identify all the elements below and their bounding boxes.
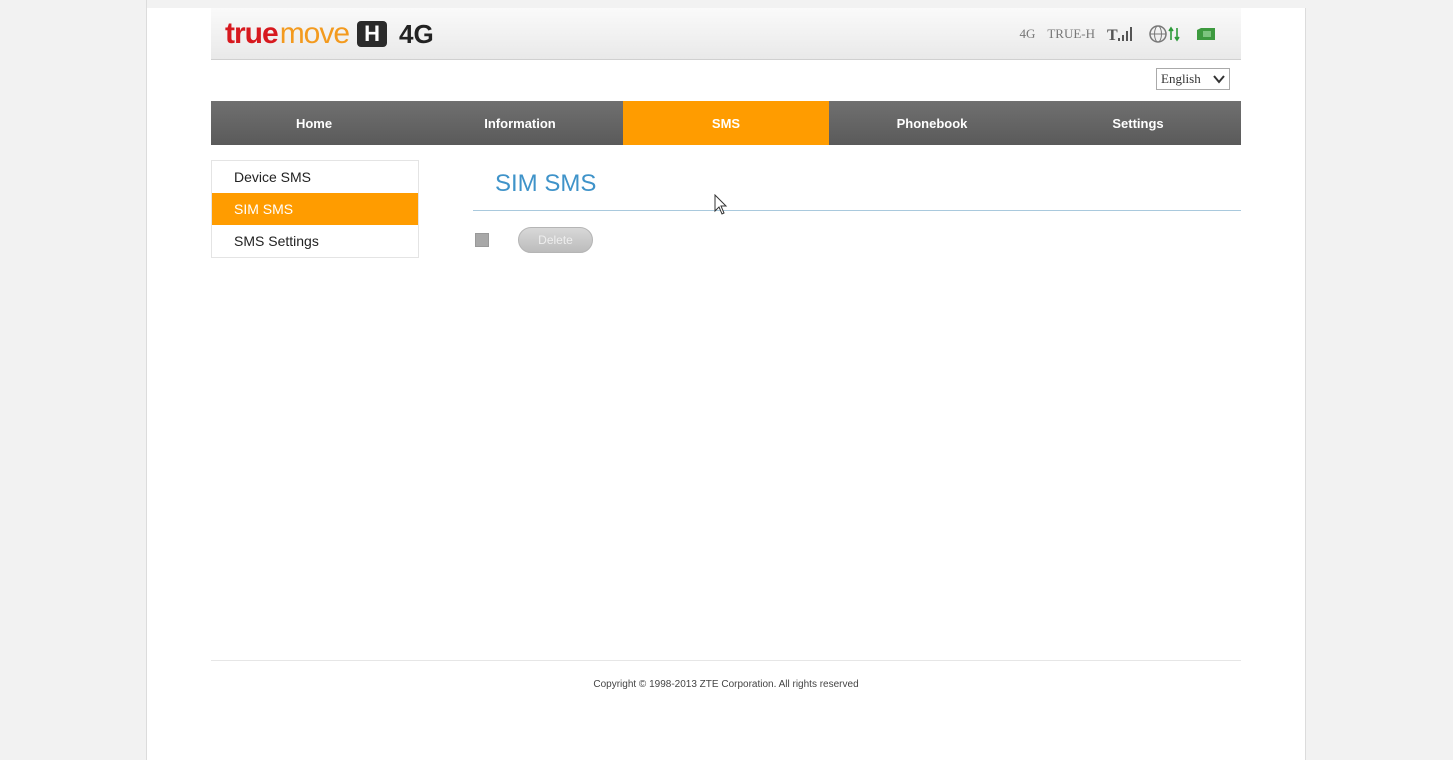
sidebar-item-sim-sms[interactable]: SIM SMS [212,193,418,225]
sim-card-icon [1195,27,1217,41]
logo-h-badge: H [357,21,388,47]
sidebar-item-sms-settings[interactable]: SMS Settings [212,225,418,257]
operator-label: TRUE-H [1047,26,1095,41]
copyright-text: Copyright © 1998-2013 ZTE Corporation. A… [593,679,859,690]
sidebar-item-device-sms[interactable]: Device SMS [212,161,418,193]
nav-sms[interactable]: SMS [623,101,829,145]
footer-divider [211,660,1241,661]
main-nav: Home Information SMS Phonebook Settings [211,101,1241,145]
select-all-checkbox[interactable] [475,233,489,247]
title-divider [473,210,1241,211]
logo-word-true: true [225,17,279,50]
globe-data-icon [1149,24,1183,44]
header-bar: true move H 4G 4G TRUE-H T [211,8,1241,60]
page: true move H 4G 4G TRUE-H T English Home … [146,0,1307,760]
logo-4g: 4G [399,18,434,49]
network-type-label: 4G [1019,26,1036,41]
language-select[interactable]: English [1156,68,1230,90]
chevron-down-icon [1213,72,1225,90]
svg-text:T: T [1107,27,1118,43]
page-title: SIM SMS [495,170,597,197]
delete-button[interactable]: Delete [518,227,593,253]
status-indicators: 4G TRUE-H T [1019,22,1229,46]
nav-phonebook[interactable]: Phonebook [829,101,1035,145]
sms-sidebar: Device SMS SIM SMS SMS Settings [211,160,419,258]
logo-word-move: move [279,17,350,50]
language-selected-value: English [1161,71,1201,86]
top-strip [147,0,1307,8]
signal-strength-icon: T [1107,25,1137,43]
nav-home[interactable]: Home [211,101,417,145]
mouse-cursor-icon [714,193,728,221]
nav-settings[interactable]: Settings [1035,101,1241,145]
brand-logo: true move H 4G [225,14,434,54]
nav-information[interactable]: Information [417,101,623,145]
